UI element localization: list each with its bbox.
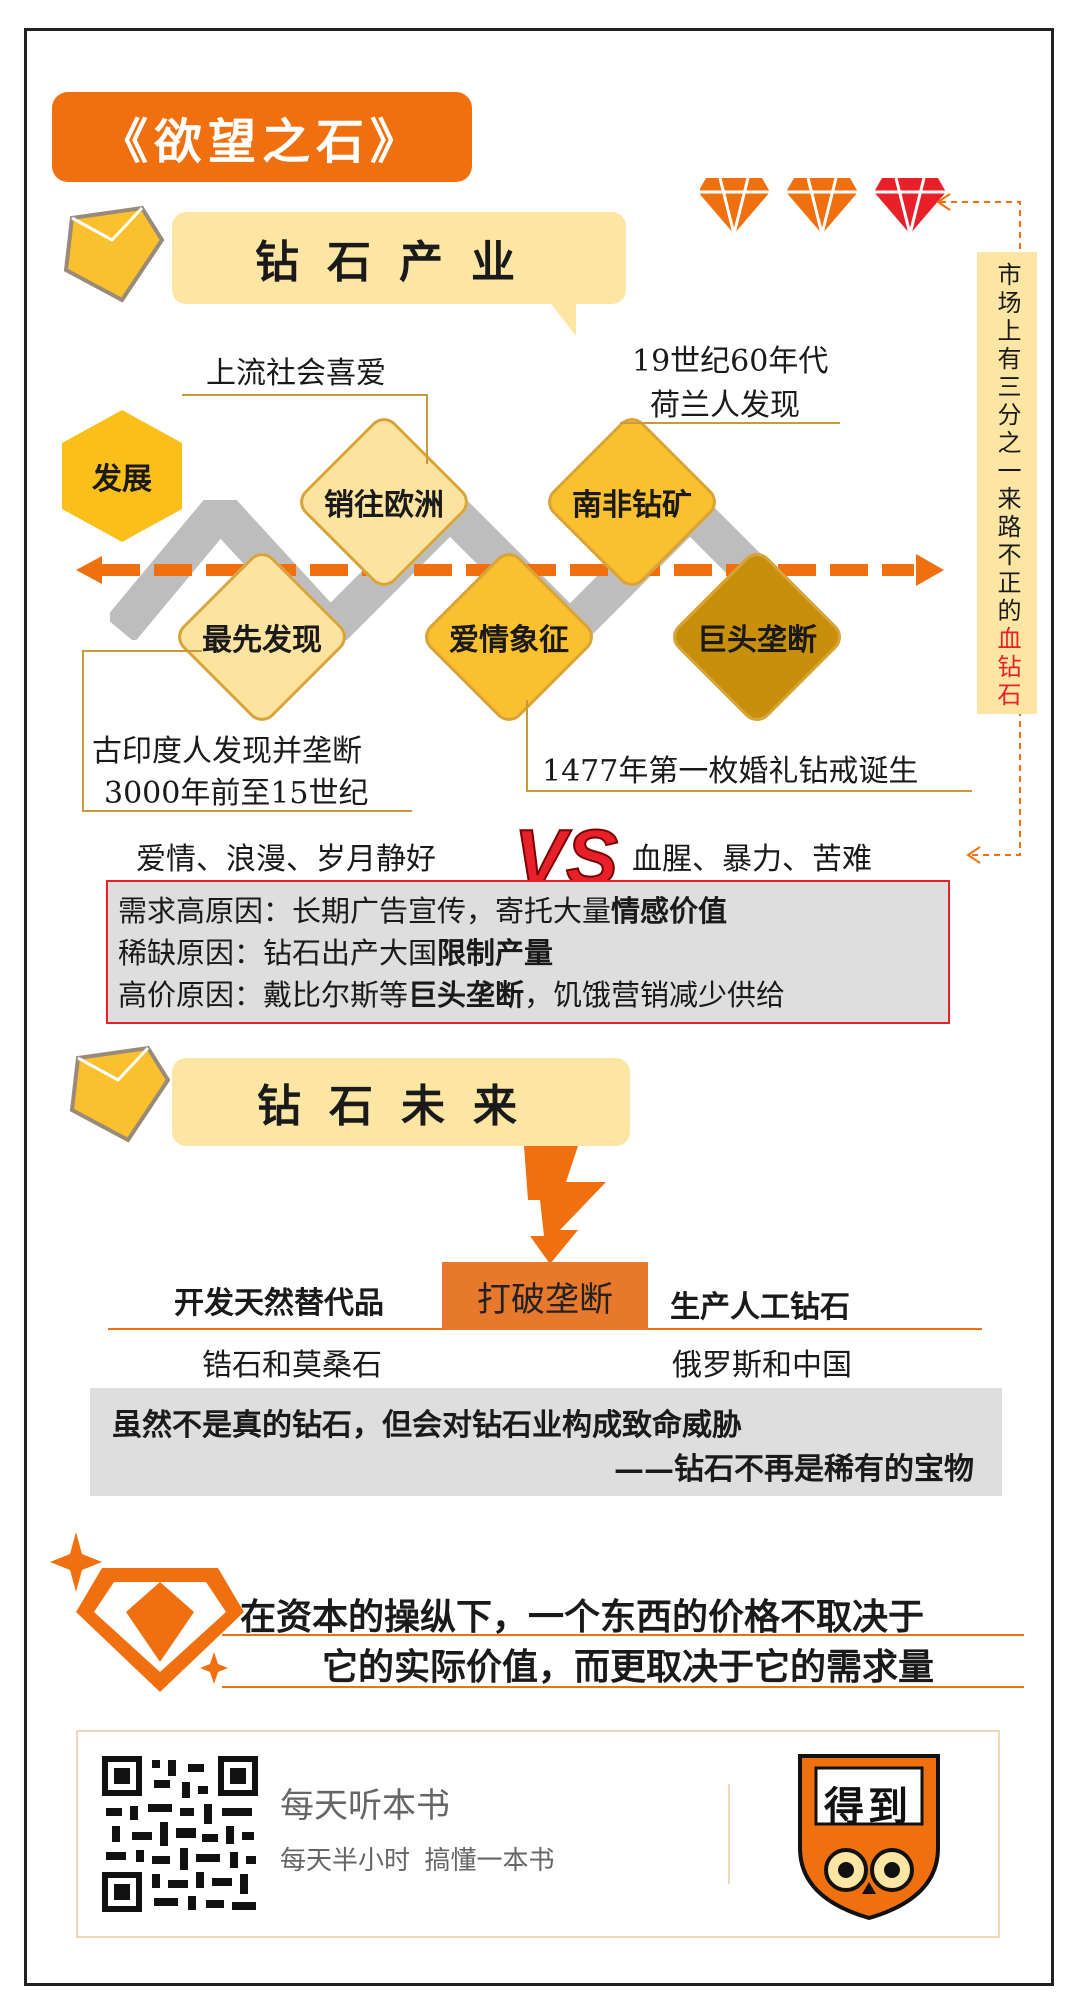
vertical-note-highlight: 血钻石: [993, 626, 1021, 710]
note-line: [82, 650, 84, 810]
page-title: 《欲望之石》: [52, 92, 472, 182]
future-left-title: 开发天然替代品: [174, 1286, 384, 1321]
footer-divider: [728, 1784, 730, 1884]
orange-gem-icon: [700, 177, 770, 235]
reason-demand: 需求高原因：长期广告宣传，寄托大量情感价值: [118, 894, 728, 928]
note-line: [426, 394, 428, 464]
note-line: [526, 790, 972, 792]
reason-price: 高价原因：戴比尔斯等巨头垄断，饥饿营销减少供给: [118, 978, 786, 1012]
conclusion-underline: [222, 1634, 1024, 1636]
versus-left: 爱情、浪漫、岁月静好: [136, 842, 436, 877]
qr-code-icon[interactable]: [102, 1756, 258, 1912]
conclusion-diamond-icon: [50, 1532, 244, 1692]
diamond-section-icon: [69, 1045, 171, 1143]
speech-tail: [548, 300, 576, 336]
future-threat-box: 虽然不是真的钻石，但会对钻石业构成致命威胁 ——钻石不再是稀有的宝物: [90, 1388, 1002, 1496]
dedao-logo-text: 得到: [824, 1783, 912, 1830]
note-first-2: 3000年前至15世纪: [104, 776, 369, 811]
future-right-sub: 俄罗斯和中国: [672, 1348, 852, 1383]
reasons-box: 需求高原因：长期广告宣传，寄托大量情感价值 稀缺原因：钻石出产大国限制产量 高价…: [106, 880, 950, 1024]
footer-brand-title: 每天听本书: [280, 1787, 450, 1825]
note-first-1: 古印度人发现并垄断: [92, 734, 362, 769]
note-europe: 上流社会喜爱: [206, 356, 386, 391]
threat-line-1: 虽然不是真的钻石，但会对钻石业构成致命威胁: [112, 1408, 742, 1443]
vertical-note-text: 市场上有三分之一来路不正的: [993, 262, 1021, 626]
section-heading-future: 钻石未来: [172, 1058, 630, 1146]
note-line: [82, 650, 202, 652]
future-left-sub: 锆石和莫桑石: [202, 1348, 382, 1383]
break-monopoly-box: 打破垄断: [442, 1262, 648, 1330]
note-south-africa-2: 荷兰人发现: [650, 388, 800, 423]
footer-card: 每天听本书 每天半小时 搞懂一本书 得到: [76, 1730, 1000, 1938]
reason-scarcity: 稀缺原因：钻石出产大国限制产量: [118, 936, 554, 970]
lightning-icon: [524, 1146, 606, 1264]
note-south-africa-1: 19世纪60年代: [632, 344, 829, 379]
note-line: [526, 700, 528, 790]
gems-icon-row: [700, 177, 946, 235]
footer-brand-sub: 每天半小时 搞懂一本书: [280, 1845, 555, 1875]
diamond-section-icon: [63, 205, 165, 303]
note-line: [620, 422, 840, 424]
section-heading-industry: 钻石产业: [172, 212, 626, 304]
note-line: [182, 394, 428, 396]
orange-gem-icon: [786, 177, 858, 235]
conclusion-line-1: 在资本的操纵下，一个东西的价格不取决于: [240, 1596, 925, 1638]
conclusion-underline: [222, 1686, 1024, 1688]
blood-diamond-note: 市场上有三分之一来路不正的 血钻石: [977, 252, 1037, 714]
versus-right: 血腥、暴力、苦难: [632, 842, 872, 877]
conclusion-line-2: 它的实际价值，而更取决于它的需求量: [322, 1646, 935, 1688]
note-love: 1477年第一枚婚礼钻戒诞生: [542, 754, 919, 789]
threat-line-2: ——钻石不再是稀有的宝物: [614, 1452, 974, 1487]
note-line: [82, 810, 412, 812]
future-right-title: 生产人工钻石: [670, 1290, 850, 1325]
